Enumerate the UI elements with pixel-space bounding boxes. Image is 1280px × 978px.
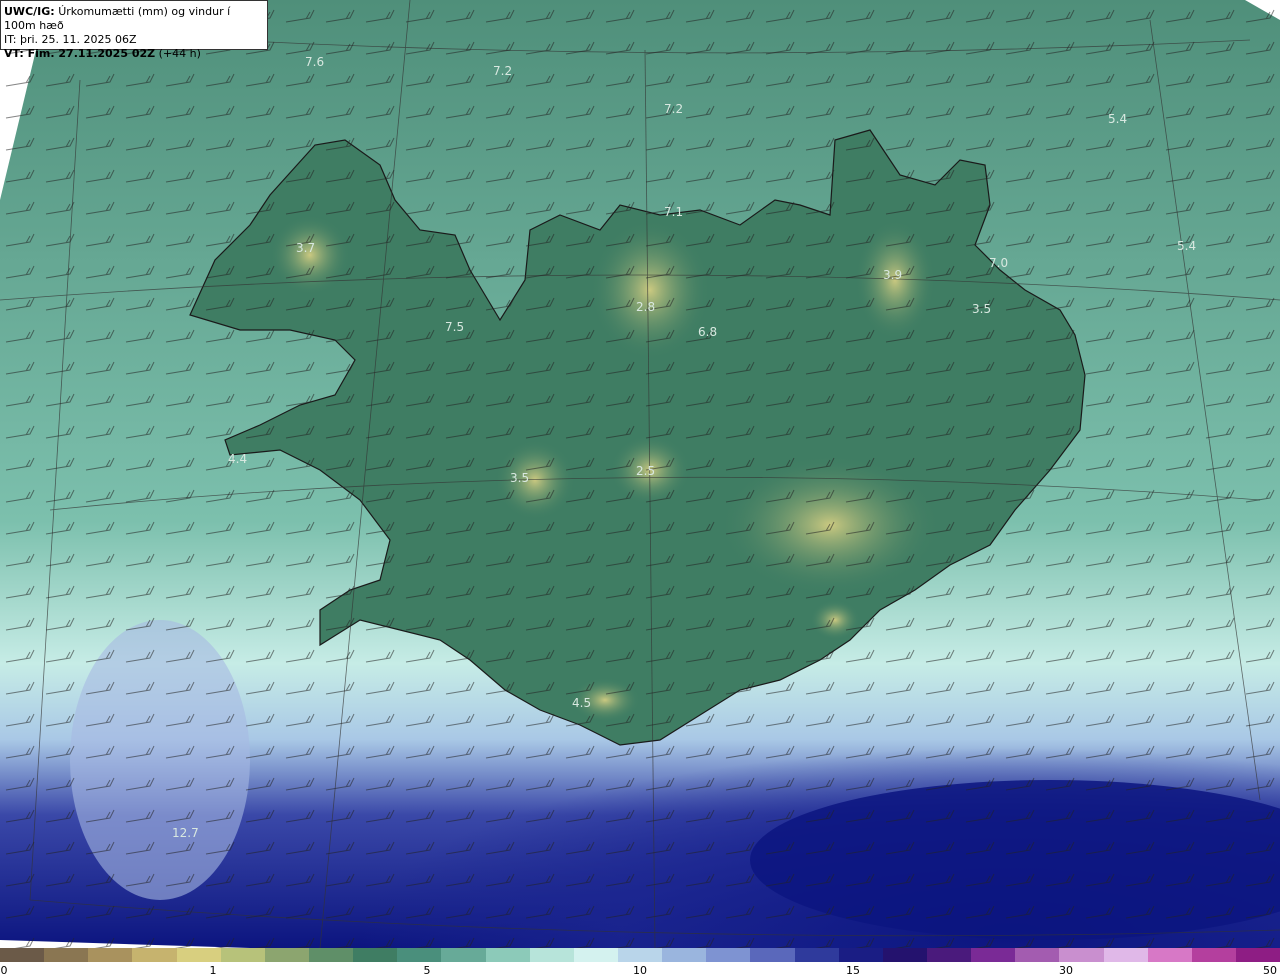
value-label: 7.2 — [493, 64, 512, 78]
value-label: 7.5 — [445, 320, 464, 334]
value-label: 5.4 — [1108, 112, 1127, 126]
precipitation-wind-map: 7.6 7.2 7.2 5.4 7.1 3.7 5.4 7.0 3.9 2.8 … — [0, 0, 1280, 948]
colorbar-swatch — [662, 948, 707, 962]
colorbar-swatch — [573, 948, 618, 962]
colorbar-tick: 10 — [633, 964, 647, 977]
colorbar-swatch — [794, 948, 839, 962]
colorbar-tick: 15 — [846, 964, 860, 977]
value-label: 2.5 — [636, 464, 655, 478]
forecast-lead: (+44 h) — [158, 47, 201, 60]
colorbar-swatch — [441, 948, 486, 962]
model-name: UWC/IG: — [4, 5, 55, 18]
colorbar-swatch — [353, 948, 398, 962]
valid-time: VT: Fim. 27.11.2025 02Z — [4, 47, 156, 60]
value-label: 7.1 — [664, 205, 683, 219]
colorbar-swatch — [882, 948, 927, 962]
colorbar-swatch — [485, 948, 530, 962]
colorbar-swatch — [44, 948, 89, 962]
value-label: 12.7 — [172, 826, 199, 840]
value-label: 6.8 — [698, 325, 717, 339]
colorbar-swatch — [529, 948, 574, 962]
value-label: 3.9 — [883, 268, 902, 282]
colorbar-tick: 0 — [0, 964, 8, 977]
value-label: 2.8 — [636, 300, 655, 314]
colorbar-swatch — [926, 948, 972, 962]
value-label: 4.4 — [228, 452, 247, 466]
value-label: 5.4 — [1177, 239, 1196, 253]
value-label: 3.5 — [972, 302, 991, 316]
colorbar-swatch — [838, 948, 883, 962]
colorbar-swatch — [220, 948, 265, 962]
value-label: 7.2 — [664, 102, 683, 116]
colorbar-swatch — [264, 948, 309, 962]
colorbar-swatch — [617, 948, 663, 962]
colorbar-swatch — [397, 948, 442, 962]
value-label: 4.5 — [572, 696, 591, 710]
colorbar-tick: 1 — [209, 964, 217, 977]
value-label: 7.0 — [989, 256, 1008, 270]
map-title-box: UWC/IG: Úrkomumætti (mm) og vindur í 100… — [0, 0, 268, 60]
value-label: 3.5 — [510, 471, 529, 485]
colorbar-tick: 5 — [423, 964, 431, 977]
colorbar-swatch — [1191, 948, 1236, 962]
colorbar-swatch — [1147, 948, 1192, 962]
colorbar-swatch — [0, 948, 45, 962]
colorbar-swatch — [971, 948, 1016, 962]
colorbar-swatch — [750, 948, 795, 962]
colorbar-swatch — [132, 948, 177, 962]
value-label: 3.7 — [296, 241, 315, 255]
colorbar-swatch — [1235, 948, 1280, 962]
colorbar-swatch — [308, 948, 354, 962]
colorbar-swatch — [176, 948, 221, 962]
colorbar-swatch — [1015, 948, 1060, 962]
init-time: IT: þri. 25. 11. 2025 06Z — [4, 33, 137, 46]
colorbar-swatch — [1059, 948, 1104, 962]
colorbar-swatch — [1103, 948, 1148, 962]
colorbar-swatch — [706, 948, 751, 962]
colorbar-swatch — [88, 948, 133, 962]
colorbar-gradient — [0, 948, 1280, 962]
colorbar-tick: 30 — [1059, 964, 1073, 977]
value-label: 7.6 — [305, 55, 324, 69]
colorbar-legend: 0 1 5 10 15 30 50 — [0, 948, 1280, 978]
colorbar-tick: 50 — [1263, 964, 1277, 977]
